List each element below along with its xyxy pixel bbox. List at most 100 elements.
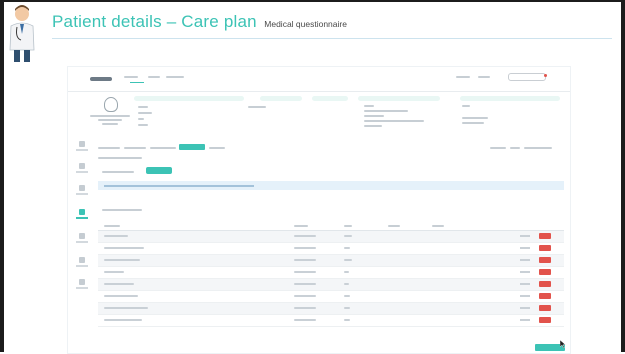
patient-id: [102, 123, 118, 125]
row-cell-status: [520, 235, 530, 237]
column-header-2: [294, 225, 308, 227]
row-cell-value: [344, 295, 350, 297]
table-row[interactable]: [98, 231, 564, 243]
row-delete-button[interactable]: [539, 305, 551, 311]
slide-border-left: [0, 0, 4, 352]
row-cell-name: [104, 235, 128, 237]
field-label-3: [364, 115, 384, 117]
sidebar-label-3: [76, 193, 88, 195]
patient-sub: [98, 119, 122, 121]
table-row[interactable]: [98, 291, 564, 303]
nav-item-3[interactable]: [166, 76, 184, 78]
row-cell-value: [344, 283, 349, 285]
table-row[interactable]: [98, 315, 564, 327]
row-delete-button[interactable]: [539, 245, 551, 251]
row-cell-date: [294, 319, 316, 321]
row-cell-date: [294, 295, 316, 297]
row-cell-status: [520, 259, 530, 261]
sidebar-label-care-plan: [76, 217, 88, 219]
info-bar-1: [134, 96, 244, 101]
field-value-6: [364, 120, 424, 122]
field-label-1: [138, 106, 148, 108]
table-header: [98, 221, 564, 231]
row-delete-button[interactable]: [539, 281, 551, 287]
slide-title-sub: Medical questionnaire: [264, 19, 347, 29]
row-delete-button[interactable]: [539, 293, 551, 299]
field-value-7: [364, 125, 382, 127]
tab-care-plan[interactable]: [179, 144, 205, 150]
notification-dot: [544, 74, 547, 77]
app-logo: [90, 77, 112, 81]
care-plan-content: [98, 139, 564, 353]
column-header-3: [344, 225, 352, 227]
field-value-3: [138, 124, 148, 126]
tab-bar: [98, 143, 564, 153]
row-cell-name: [104, 259, 140, 261]
mouse-pointer-icon: [560, 340, 566, 348]
section-heading-1: [98, 157, 142, 159]
app-topbar: [68, 67, 570, 92]
table-row[interactable]: [98, 303, 564, 315]
row-cell-status: [520, 247, 530, 249]
questionnaire-label: [102, 171, 134, 173]
nav-item-1[interactable]: [124, 76, 138, 78]
sidebar-icon-2: [79, 163, 85, 169]
row-delete-button[interactable]: [539, 233, 551, 239]
user-menu-button[interactable]: [508, 73, 546, 81]
patient-name: [90, 115, 130, 117]
tab-3[interactable]: [150, 147, 176, 149]
sidebar-item-5[interactable]: [76, 233, 88, 247]
tab-5[interactable]: [209, 147, 225, 149]
sidebar-icon-1: [79, 141, 85, 147]
nav-item-2[interactable]: [148, 76, 160, 78]
sidebar-item-2[interactable]: [76, 163, 88, 177]
info-bar-5: [460, 96, 560, 101]
sidebar-item-3[interactable]: [76, 185, 88, 199]
row-delete-button[interactable]: [539, 269, 551, 275]
sidebar-item-1[interactable]: [76, 141, 88, 155]
sidebar-item-6[interactable]: [76, 257, 88, 271]
row-cell-date: [294, 307, 316, 309]
row-delete-button[interactable]: [539, 257, 551, 263]
row-cell-value: [344, 271, 349, 273]
tab-1[interactable]: [98, 147, 120, 149]
tab-2[interactable]: [124, 147, 146, 149]
sidebar-item-care-plan[interactable]: [76, 209, 88, 223]
row-cell-status: [520, 271, 530, 273]
row-delete-button[interactable]: [539, 317, 551, 323]
topbar-link-1[interactable]: [456, 76, 470, 78]
field-value-5: [364, 110, 408, 112]
questionnaire-status-tag[interactable]: [146, 167, 172, 174]
row-cell-name: [104, 307, 148, 309]
field-value-1: [138, 112, 152, 114]
info-bar-2: [260, 96, 302, 101]
sidebar-label-1: [76, 149, 88, 151]
table-row[interactable]: [98, 243, 564, 255]
toolbar-link-3[interactable]: [524, 147, 552, 149]
slide-title-main: Patient details – Care plan: [52, 12, 257, 31]
app-screenshot: [67, 66, 571, 354]
field-label-2: [364, 105, 374, 107]
row-cell-status: [520, 307, 530, 309]
toolbar-link-1[interactable]: [490, 147, 506, 149]
topbar-link-2[interactable]: [478, 76, 490, 78]
row-cell-name: [104, 247, 144, 249]
row-cell-name: [104, 271, 124, 273]
column-header-1: [104, 225, 120, 227]
sidebar-item-7[interactable]: [76, 279, 88, 293]
row-cell-name: [104, 283, 134, 285]
table-row[interactable]: [98, 267, 564, 279]
row-cell-date: [294, 247, 316, 249]
table-row[interactable]: [98, 255, 564, 267]
row-cell-value: [344, 319, 350, 321]
app-sidebar: [72, 137, 92, 353]
field-value-4: [248, 106, 266, 108]
toolbar-link-2[interactable]: [510, 147, 520, 149]
table-row[interactable]: [98, 279, 564, 291]
sidebar-icon-6: [79, 257, 85, 263]
field-value-2: [138, 118, 144, 120]
field-value-8: [462, 117, 488, 119]
row-cell-status: [520, 295, 530, 297]
slide-title: Patient details – Care plan Medical ques…: [52, 12, 347, 32]
sidebar-label-5: [76, 241, 88, 243]
